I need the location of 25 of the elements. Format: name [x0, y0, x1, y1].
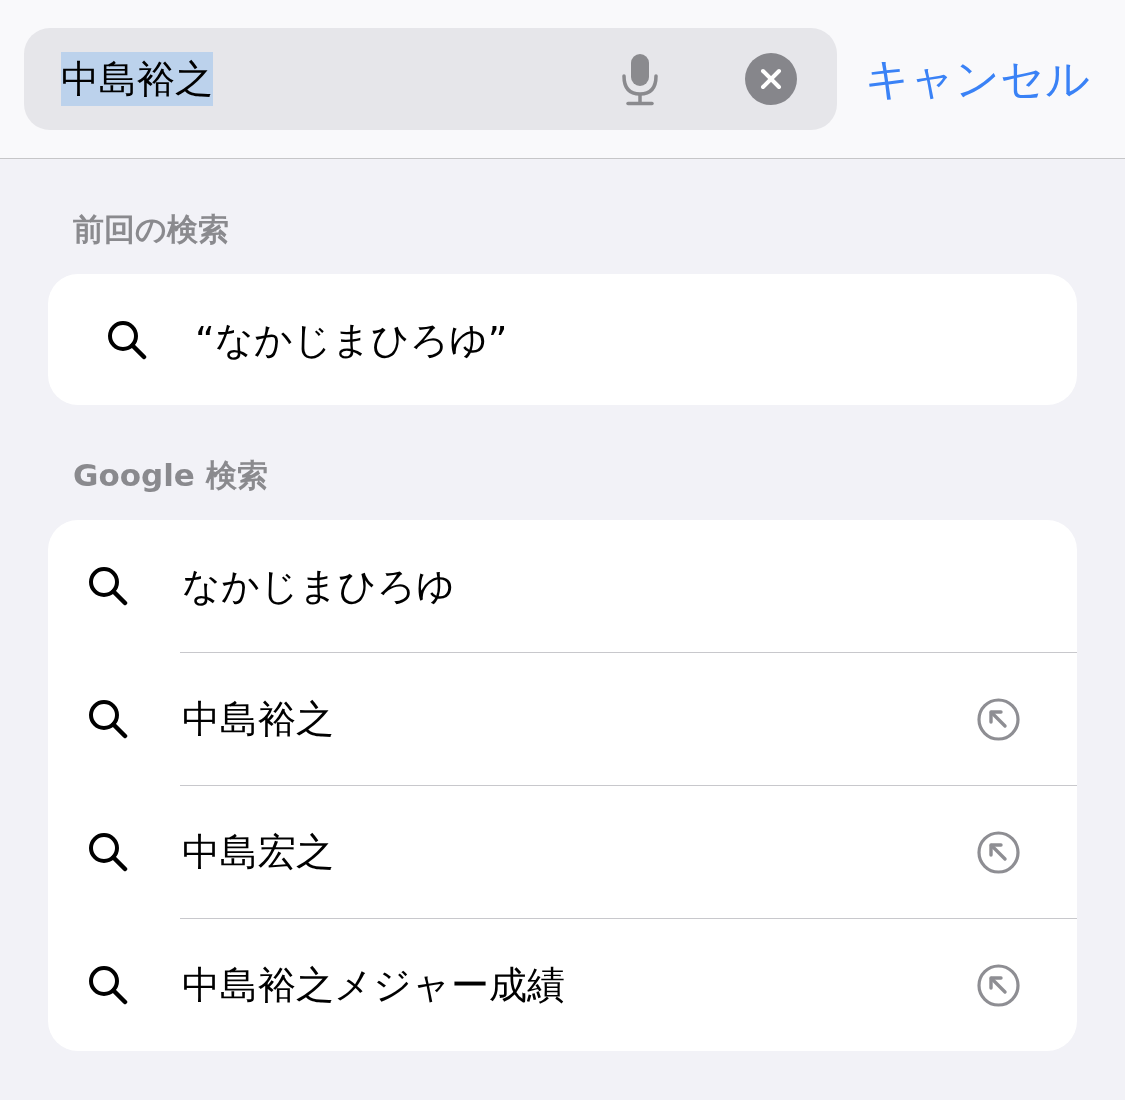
arrow-up-left-circle-icon[interactable] — [977, 830, 1020, 874]
search-suggestion-row[interactable]: “なかじまひろゆ” — [48, 274, 1077, 405]
clear-icon[interactable] — [745, 53, 797, 105]
microphone-icon[interactable] — [620, 52, 660, 106]
search-field[interactable]: 中島裕之 — [24, 28, 837, 130]
search-suggestion-row[interactable]: 中島宏之 — [48, 786, 1077, 918]
suggestion-text: 中島裕之メジャー成績 — [182, 962, 565, 1009]
suggestion-text: “なかじまひろゆ” — [195, 316, 508, 364]
search-icon — [88, 965, 128, 1005]
search-suggestion-row[interactable]: 中島裕之 — [48, 653, 1077, 785]
search-icon — [107, 319, 147, 360]
search-suggestion-row[interactable]: なかじまひろゆ — [48, 520, 1077, 652]
section-header: Google 検索 — [73, 456, 269, 495]
suggestion-text: 中島裕之 — [182, 696, 334, 743]
arrow-up-left-circle-icon[interactable] — [977, 963, 1020, 1007]
section-header: 前回の検索 — [73, 210, 230, 249]
search-suggestion-row[interactable]: 中島裕之メジャー成績 — [48, 919, 1077, 1051]
arrow-up-left-circle-icon[interactable] — [977, 697, 1020, 741]
search-icon — [88, 832, 128, 872]
search-text: 中島裕之 — [61, 52, 213, 106]
suggestion-text: 中島宏之 — [182, 829, 334, 876]
suggestion-text: なかじまひろゆ — [182, 563, 455, 610]
search-icon — [88, 699, 128, 739]
cancel-button[interactable]: キャンセル — [865, 49, 1090, 109]
search-icon — [88, 566, 128, 606]
